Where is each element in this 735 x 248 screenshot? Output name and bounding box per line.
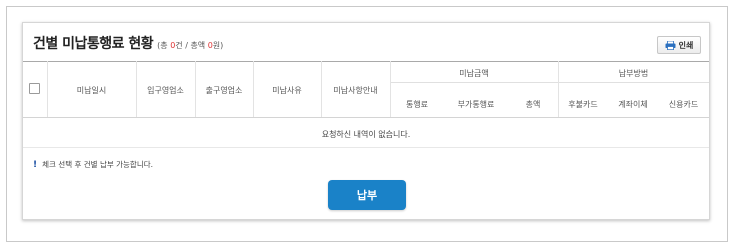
notice-line: ! 체크 선택 후 건별 납부 가능합니다. bbox=[33, 159, 153, 170]
col-credit-card: 신용카드 bbox=[668, 100, 699, 109]
col-postpaid-card: 후불카드 bbox=[568, 100, 598, 109]
col-total: 총액 bbox=[525, 100, 541, 109]
printer-icon bbox=[665, 40, 676, 50]
empty-table-message: 요청하신 내역이 없습니다. bbox=[321, 130, 411, 139]
panel-header: 건별 미납통행료 현황 (총 0건 / 총액 0원) bbox=[33, 33, 223, 55]
col-unpaid-guide: 미납사항안내 bbox=[333, 86, 378, 95]
amount-group-rule bbox=[390, 82, 558, 83]
col-unpaid-datetime: 미납일시 bbox=[76, 86, 107, 95]
exclamation-icon: ! bbox=[33, 159, 38, 170]
col-surcharge: 부가통행료 bbox=[457, 100, 495, 109]
table-top-rule bbox=[23, 61, 709, 62]
notice-text: 체크 선택 후 건별 납부 가능합니다. bbox=[42, 160, 154, 169]
col-toll: 통행료 bbox=[405, 100, 429, 109]
page-title: 건별 미납통행료 현황 bbox=[33, 36, 154, 52]
col-entry-office: 입구영업소 bbox=[147, 86, 184, 95]
col-bank-transfer: 계좌이체 bbox=[618, 100, 648, 109]
print-button[interactable]: 인쇄 bbox=[657, 36, 701, 54]
payment-group-rule bbox=[558, 82, 709, 83]
col-exit-office: 출구영업소 bbox=[205, 86, 243, 95]
col-group-payment-method: 납부방법 bbox=[618, 69, 649, 78]
table-header-bottom-rule bbox=[23, 117, 709, 118]
select-all-checkbox[interactable] bbox=[29, 83, 40, 94]
col-unpaid-reason: 미납사유 bbox=[272, 86, 302, 95]
unpaid-toll-panel: 건별 미납통행료 현황 (총 0건 / 총액 0원) 인쇄 미납일시 입구영업소 bbox=[22, 22, 710, 220]
unpaid-table-header: 미납일시 입구영업소 출구영업소 미납사유 미납사항안내 미납금액 통행료 부가… bbox=[23, 61, 709, 118]
table-body-divider bbox=[23, 147, 709, 148]
print-label: 인쇄 bbox=[678, 40, 694, 50]
pay-button[interactable]: 납부 bbox=[328, 180, 406, 210]
summary-text: (총 0건 / 총액 0원) bbox=[157, 41, 224, 50]
col-group-unpaid-amount: 미납금액 bbox=[459, 69, 489, 78]
